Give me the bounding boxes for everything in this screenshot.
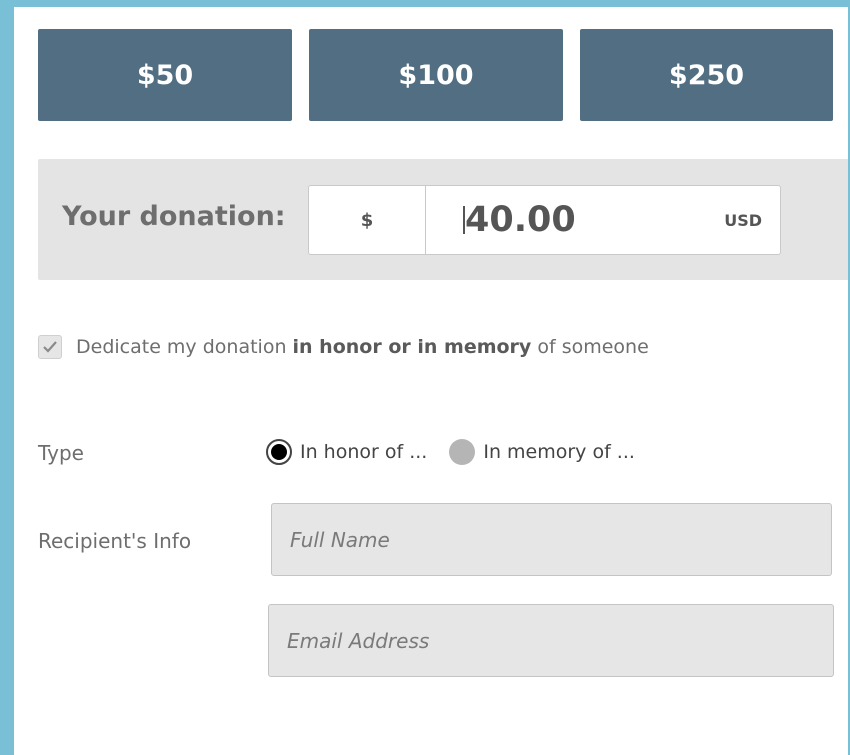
type-label: Type bbox=[38, 441, 84, 465]
amount-button-50[interactable]: $50 bbox=[38, 29, 292, 121]
dedicate-option: Dedicate my donation in honor or in memo… bbox=[38, 335, 649, 359]
email-address-input[interactable] bbox=[268, 604, 834, 677]
full-name-input[interactable] bbox=[271, 503, 832, 576]
dedicate-label: Dedicate my donation in honor or in memo… bbox=[76, 336, 649, 358]
currency-code: USD bbox=[724, 210, 762, 230]
donation-form-panel: $50 $100 $250 Your donation: $ USD Dedic… bbox=[14, 7, 848, 755]
currency-symbol: $ bbox=[309, 186, 426, 254]
checkmark-icon bbox=[43, 341, 57, 353]
donation-amount-input[interactable] bbox=[433, 186, 683, 254]
type-radio-group: In honor of ... In memory of ... bbox=[266, 439, 657, 465]
dedicate-text-before: Dedicate my donation bbox=[76, 336, 293, 358]
donation-label: Your donation: bbox=[62, 201, 286, 232]
dedicate-text-bold: in honor or in memory bbox=[292, 336, 532, 358]
recipient-info-label: Recipient's Info bbox=[38, 529, 192, 553]
radio-option-memory[interactable]: In memory of ... bbox=[449, 439, 635, 465]
amount-button-100[interactable]: $100 bbox=[309, 29, 563, 121]
donation-amount-box: Your donation: $ USD bbox=[38, 159, 848, 280]
amount-button-250[interactable]: $250 bbox=[580, 29, 833, 121]
donation-amount-field[interactable]: $ USD bbox=[308, 185, 781, 255]
radio-honor-label: In honor of ... bbox=[300, 441, 428, 463]
radio-honor[interactable] bbox=[266, 439, 292, 465]
radio-memory[interactable] bbox=[449, 439, 476, 465]
dedicate-checkbox[interactable] bbox=[38, 335, 62, 359]
radio-memory-label: In memory of ... bbox=[483, 441, 635, 463]
dedicate-text-after: of someone bbox=[531, 336, 649, 358]
radio-option-honor[interactable]: In honor of ... bbox=[266, 439, 427, 465]
